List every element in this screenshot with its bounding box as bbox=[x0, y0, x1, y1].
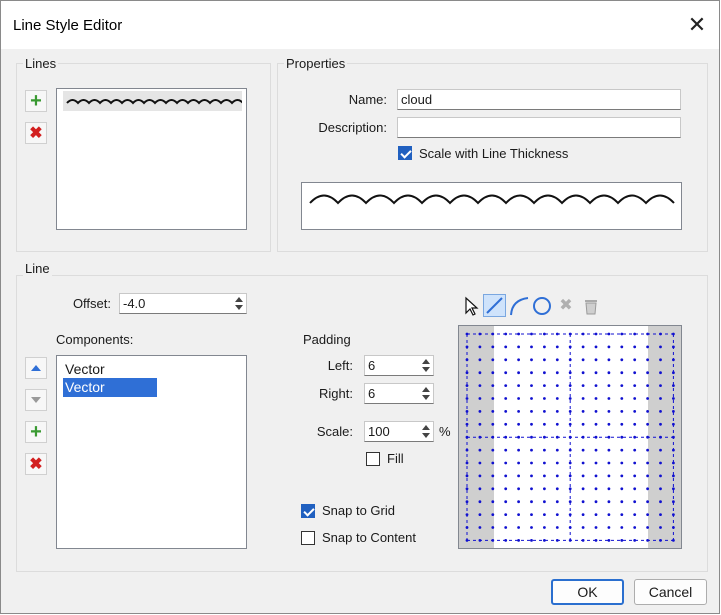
add-component-button[interactable]: + bbox=[25, 421, 47, 443]
scale-with-thickness-checkbox[interactable] bbox=[398, 146, 412, 160]
plus-icon: + bbox=[30, 420, 42, 443]
scale-stepper[interactable]: 100 bbox=[364, 421, 434, 442]
spin-arrows[interactable] bbox=[232, 294, 246, 313]
title-bar: Line Style Editor ✕ bbox=[1, 1, 719, 49]
offset-label: Offset: bbox=[72, 296, 111, 311]
trash-icon[interactable] bbox=[580, 295, 602, 317]
offset-value: -4.0 bbox=[123, 296, 146, 311]
move-down-button[interactable] bbox=[25, 389, 47, 411]
scale-with-thickness-label: Scale with Line Thickness bbox=[419, 146, 569, 161]
line-tool-icon[interactable] bbox=[483, 294, 506, 317]
fill-label: Fill bbox=[387, 451, 404, 466]
scale-value: 100 bbox=[368, 424, 390, 439]
snap-to-content-checkbox[interactable] bbox=[301, 531, 315, 545]
grid-canvas[interactable] bbox=[458, 325, 682, 549]
description-label: Description: bbox=[318, 120, 387, 135]
spin-arrows[interactable] bbox=[419, 356, 433, 375]
offset-stepper[interactable]: -4.0 bbox=[119, 293, 247, 314]
snap-to-grid-label: Snap to Grid bbox=[322, 503, 395, 518]
delete-icon: ✖ bbox=[29, 125, 43, 142]
ok-button[interactable]: OK bbox=[551, 579, 624, 605]
cloud-line-preview bbox=[66, 99, 244, 105]
list-item-cloud[interactable] bbox=[63, 91, 244, 111]
line-preview bbox=[301, 182, 682, 230]
scale-unit: % bbox=[439, 424, 451, 439]
cancel-button[interactable]: Cancel bbox=[634, 579, 707, 605]
left-padding-label: Left: bbox=[327, 358, 353, 373]
left-padding-stepper[interactable]: 6 bbox=[364, 355, 434, 376]
fill-checkbox[interactable] bbox=[366, 452, 380, 466]
arc-tool-icon[interactable] bbox=[508, 295, 530, 317]
line-style-editor-dialog: Line Style Editor ✕ Lines + ✖ Properties… bbox=[0, 0, 720, 614]
grid-dots bbox=[465, 332, 675, 542]
delete-icon: ✖ bbox=[29, 456, 43, 473]
list-item[interactable]: Vector bbox=[63, 360, 157, 379]
name-label: Name: bbox=[348, 92, 387, 107]
description-field[interactable] bbox=[397, 117, 681, 138]
down-arrow-icon bbox=[31, 397, 41, 403]
delete-line-button[interactable]: ✖ bbox=[25, 122, 47, 144]
up-arrow-icon bbox=[31, 365, 41, 371]
delete-component-button[interactable]: ✖ bbox=[25, 453, 47, 475]
scale-label: Scale: bbox=[316, 424, 353, 439]
spin-arrows[interactable] bbox=[419, 384, 433, 403]
left-padding-value: 6 bbox=[368, 358, 376, 373]
snap-to-content-label: Snap to Content bbox=[322, 530, 416, 545]
delete-tool-icon[interactable]: ✖ bbox=[556, 295, 576, 317]
list-item-selected[interactable]: Vector bbox=[63, 378, 157, 397]
right-padding-stepper[interactable]: 6 bbox=[364, 383, 434, 404]
plus-icon: + bbox=[30, 89, 42, 112]
spin-arrows[interactable] bbox=[419, 422, 433, 441]
right-padding-label: Right: bbox=[319, 386, 353, 401]
select-tool-icon[interactable] bbox=[461, 295, 483, 317]
components-list[interactable]: Vector Vector bbox=[56, 355, 247, 549]
dialog-title: Line Style Editor bbox=[13, 17, 123, 34]
name-field[interactable]: cloud bbox=[397, 89, 681, 110]
move-up-button[interactable] bbox=[25, 357, 47, 379]
circle-tool-icon[interactable] bbox=[531, 295, 553, 317]
lines-list[interactable] bbox=[56, 88, 247, 230]
cloud-preview-graphic bbox=[309, 194, 675, 205]
components-label: Components: bbox=[56, 332, 134, 347]
padding-label: Padding bbox=[303, 332, 351, 347]
add-line-button[interactable]: + bbox=[25, 90, 47, 112]
line-group-label: Line bbox=[23, 261, 52, 276]
properties-group-label: Properties bbox=[284, 56, 348, 71]
lines-group-label: Lines bbox=[23, 56, 59, 71]
right-padding-value: 6 bbox=[368, 386, 376, 401]
close-icon[interactable]: ✕ bbox=[681, 9, 713, 41]
snap-to-grid-checkbox[interactable] bbox=[301, 504, 315, 518]
